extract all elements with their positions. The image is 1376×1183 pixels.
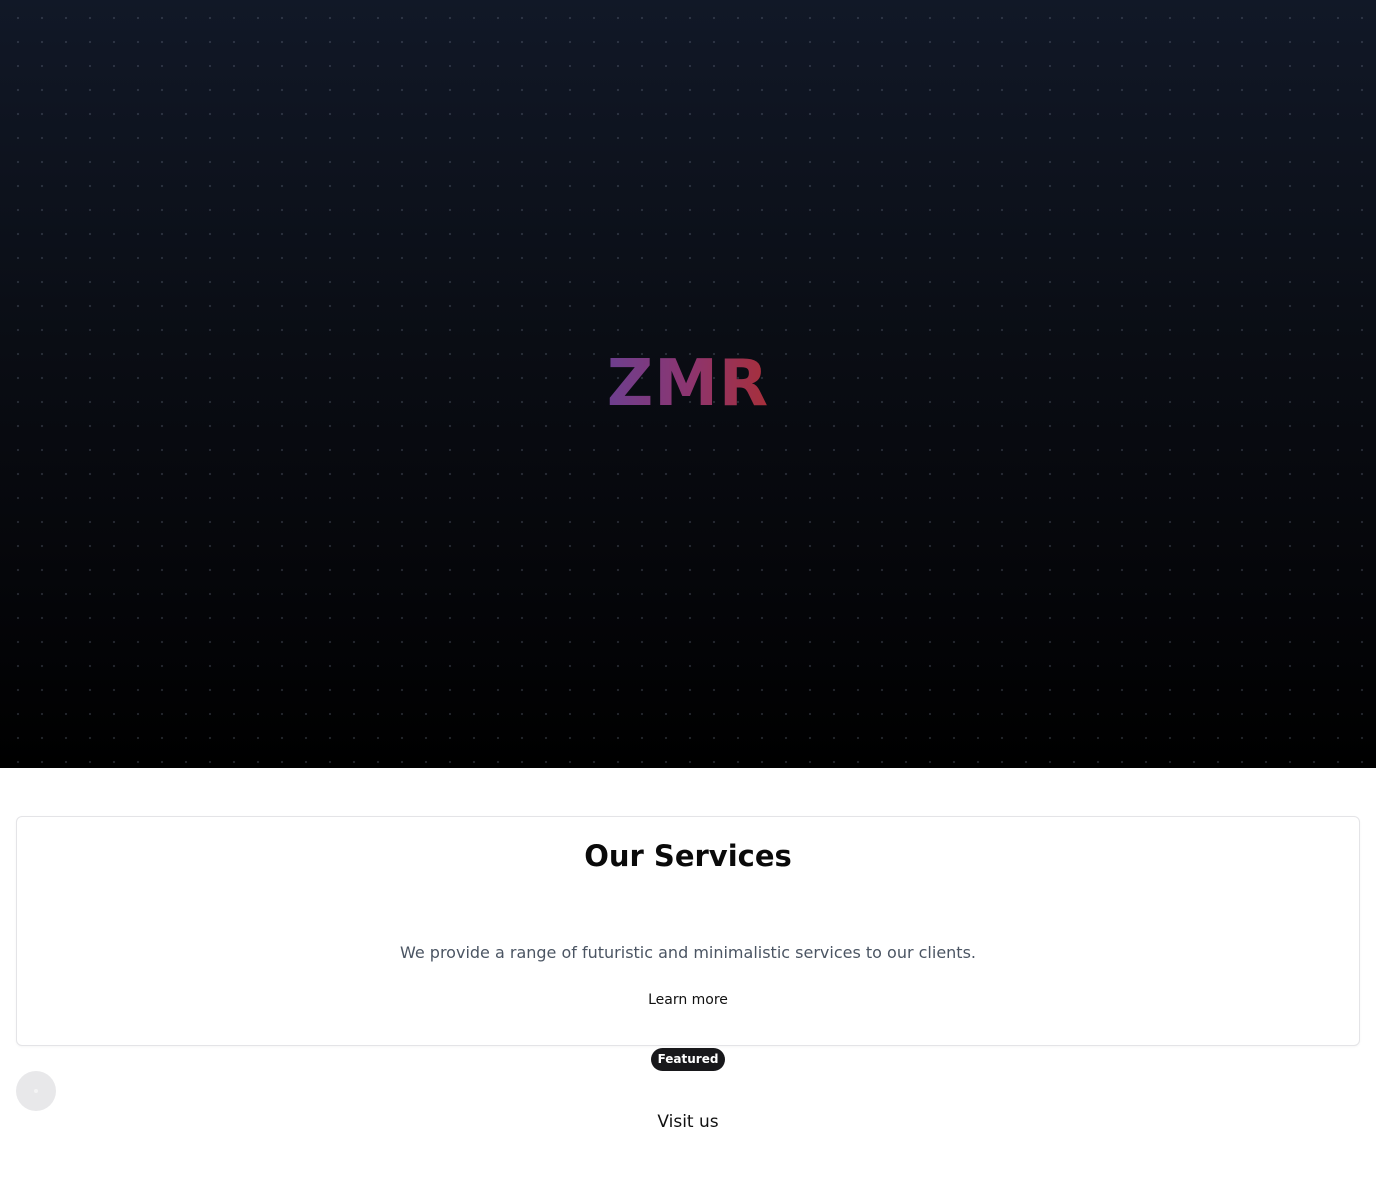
featured-badge: Featured <box>651 1048 725 1071</box>
services-title: Our Services <box>584 839 792 873</box>
hero-logo-text: ZMR <box>606 347 770 421</box>
services-card: Our Services We provide a range of futur… <box>16 816 1360 1046</box>
services-description: We provide a range of futuristic and min… <box>399 943 976 962</box>
visit-us-wrapper: Visit us <box>0 1112 1376 1132</box>
hero-logo: ZMR <box>0 342 1376 426</box>
learn-more-wrapper: Learn more <box>17 992 1359 1008</box>
learn-more-link[interactable]: Learn more <box>648 992 728 1008</box>
hero-section: ZMR <box>0 0 1376 768</box>
dot-icon <box>34 1089 38 1093</box>
floating-round-button[interactable] <box>16 1071 56 1111</box>
visit-us-link[interactable]: Visit us <box>657 1112 718 1132</box>
